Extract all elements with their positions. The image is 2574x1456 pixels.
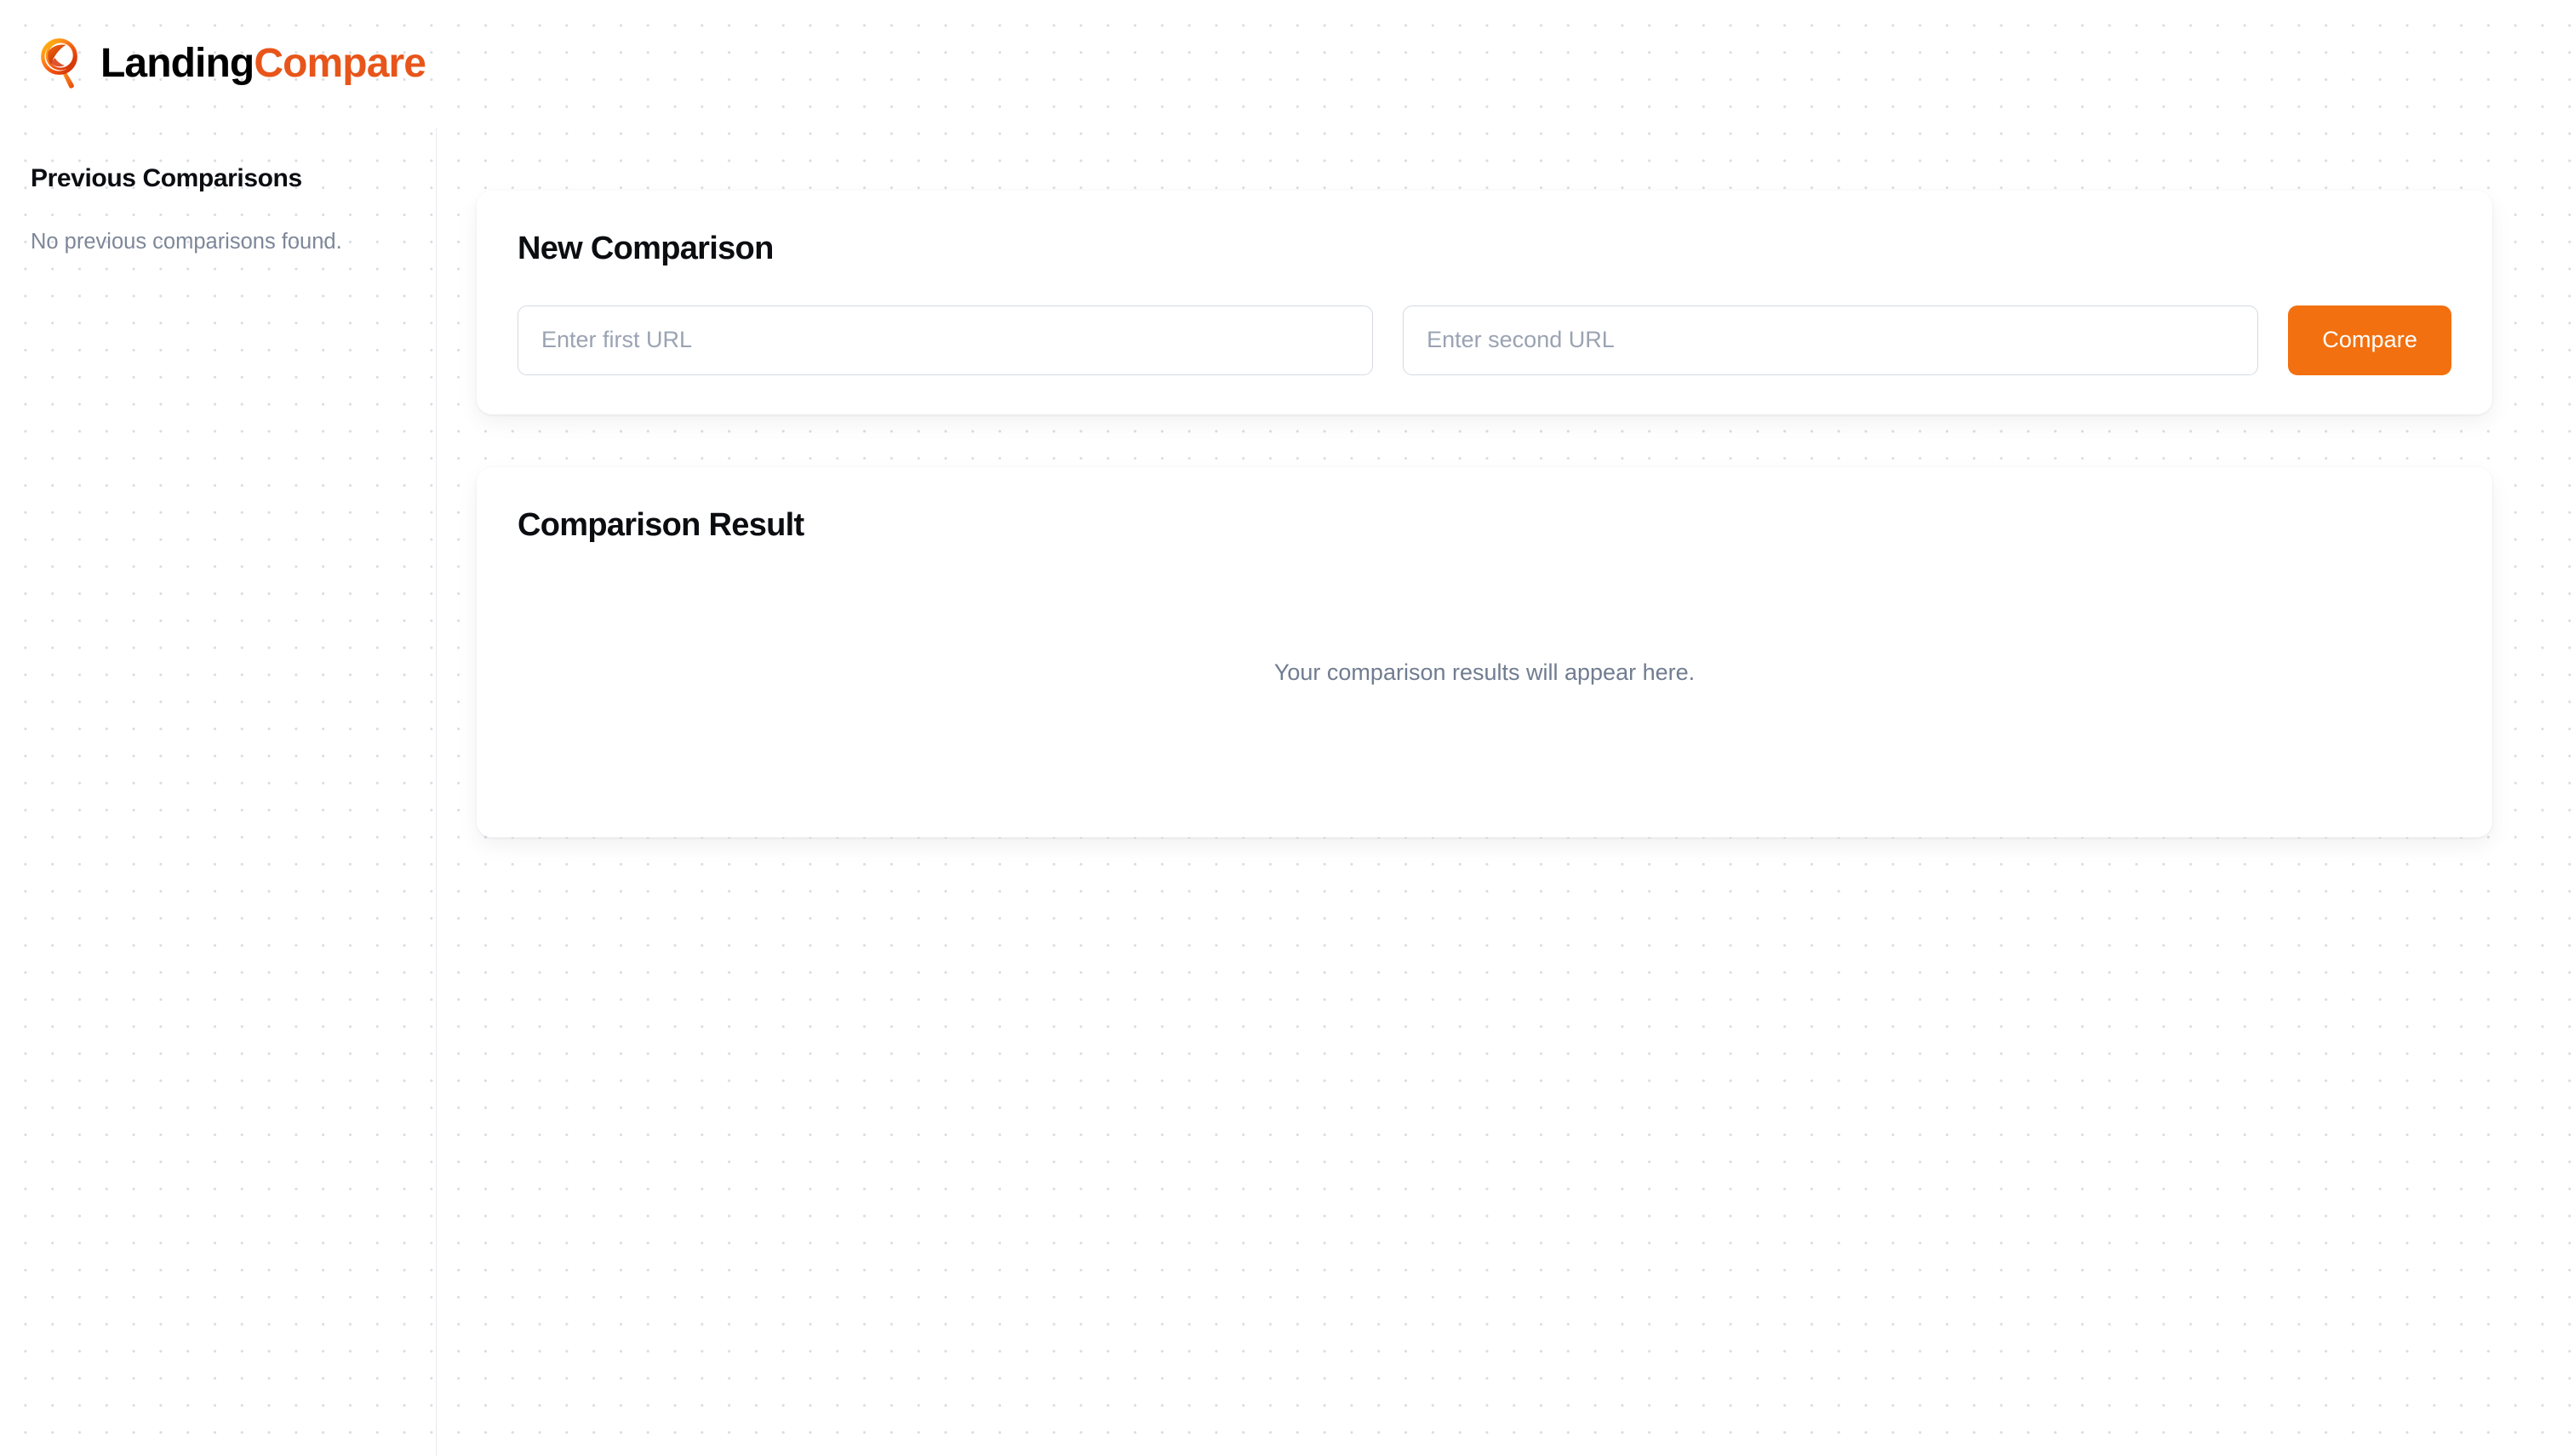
comparison-result-card: Comparison Result Your comparison result… bbox=[477, 466, 2492, 838]
magnifying-glass-icon bbox=[41, 38, 77, 89]
brand-name-primary: Landing bbox=[100, 41, 255, 86]
brand-name-accent: Compare bbox=[254, 41, 426, 86]
sidebar: Previous Comparisons No previous compari… bbox=[0, 128, 437, 1456]
main-content: New Comparison Compare Comparison Result… bbox=[437, 128, 2574, 838]
compare-button[interactable]: Compare bbox=[2288, 305, 2451, 375]
new-comparison-title: New Comparison bbox=[518, 231, 774, 266]
sidebar-title: Previous Comparisons bbox=[31, 164, 302, 192]
comparison-result-empty-message: Your comparison results will appear here… bbox=[1273, 659, 1696, 685]
comparison-result-title: Comparison Result bbox=[518, 506, 804, 543]
app-shell: Previous Comparisons No previous compari… bbox=[0, 128, 2574, 1456]
first-url-input[interactable] bbox=[518, 305, 1374, 375]
app-header: LandingCompare bbox=[0, 0, 2574, 128]
brand-wordmark: LandingCompare bbox=[100, 43, 426, 84]
brand-logo-link[interactable]: LandingCompare bbox=[39, 37, 426, 90]
second-url-input[interactable] bbox=[1403, 305, 2259, 375]
comparison-form: Compare bbox=[518, 305, 2451, 375]
sidebar-empty-message: No previous comparisons found. bbox=[31, 230, 342, 254]
new-comparison-card: New Comparison Compare bbox=[477, 191, 2492, 414]
